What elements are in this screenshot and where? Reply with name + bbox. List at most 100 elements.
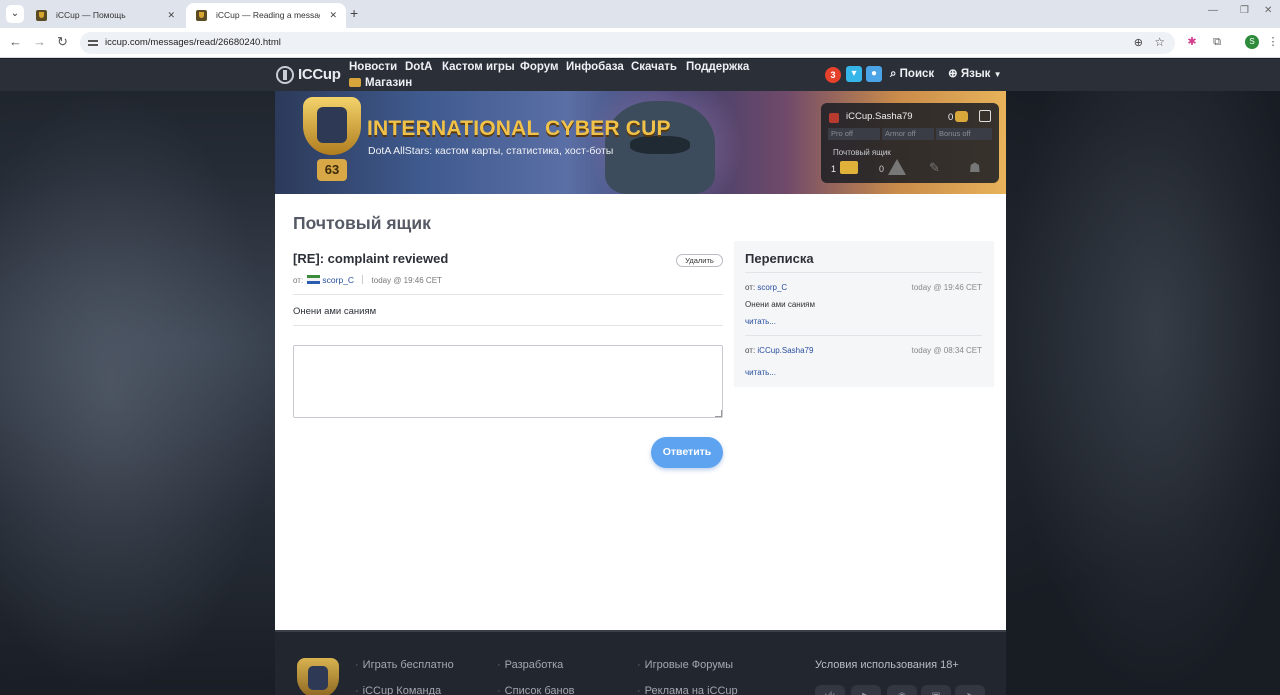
extension-icon[interactable]: ✱: [1185, 35, 1199, 49]
browser-tab-bar: ⌄ iCCup — Помощь ✕ iCCup — Reading a mes…: [0, 0, 1280, 28]
banner-artwork: [605, 101, 715, 194]
logo-text: ICCup: [298, 66, 341, 83]
delete-button[interactable]: Удалить: [676, 254, 723, 267]
shop-label: Магазин: [365, 77, 413, 89]
language-label: Язык: [960, 68, 991, 80]
bookmark-star-icon[interactable]: ☆: [1154, 35, 1165, 49]
user-avatar: [829, 113, 839, 123]
warning-icon[interactable]: [888, 159, 906, 175]
notification-badge[interactable]: 3: [825, 67, 841, 83]
conversation-item-from: от: iCCup.Sasha79: [745, 346, 813, 355]
nav-link-forum[interactable]: Форум: [520, 60, 558, 74]
twitch-icon[interactable]: ▣: [921, 685, 951, 695]
background-art-left: [0, 89, 275, 695]
language-dropdown[interactable]: ⊕ Язык ▼: [948, 67, 1002, 82]
trophy-icon: [303, 97, 361, 155]
divider: [745, 335, 982, 336]
reply-textarea[interactable]: [293, 345, 723, 418]
close-icon[interactable]: ✕: [329, 3, 337, 28]
status-bonus: Bonus off: [936, 128, 992, 140]
read-link[interactable]: читать...: [745, 317, 776, 326]
youtube-icon[interactable]: ▶: [851, 685, 881, 695]
username[interactable]: iCCup.Sasha79: [846, 111, 913, 122]
mail-icon[interactable]: [840, 161, 858, 174]
search-link[interactable]: ⌕ Поиск: [890, 67, 934, 81]
tab-search-icon[interactable]: ⌄: [6, 5, 24, 23]
nav-link-support[interactable]: Поддержка: [686, 60, 749, 74]
close-icon[interactable]: ✕: [167, 3, 175, 28]
puzzle-icon[interactable]: ⧉: [1210, 35, 1224, 49]
browser-tab-message[interactable]: iCCup — Reading a message fr ✕: [186, 3, 346, 28]
address-bar[interactable]: iccup.com/messages/read/26680240.html ⊕ …: [80, 32, 1175, 54]
mailbox-label[interactable]: Почтовый ящик: [833, 148, 891, 157]
read-link[interactable]: читать...: [745, 368, 776, 377]
divider: [362, 275, 364, 284]
reload-icon[interactable]: ↻: [57, 35, 68, 49]
menu-icon[interactable]: ⋮: [1266, 35, 1280, 49]
message-body: Онени ами саниям: [293, 306, 377, 317]
profile-avatar[interactable]: S: [1245, 35, 1259, 49]
conversation-item-from: от: scorp_C: [745, 283, 787, 292]
conversation-sidebar: Переписка от: scorp_C today @ 19:46 CET …: [734, 241, 994, 387]
reply-button[interactable]: Ответить: [651, 437, 723, 468]
site-info-icon[interactable]: [88, 37, 98, 49]
footer-link-advertising[interactable]: · Реклама на iCCup: [637, 685, 738, 695]
discord-icon[interactable]: ◉: [887, 685, 917, 695]
nav-link-dota[interactable]: DotA: [405, 60, 432, 74]
footer-link-label: Разработка: [504, 659, 564, 671]
coins-balance[interactable]: 0: [948, 111, 969, 123]
forward-icon[interactable]: →: [33, 35, 46, 49]
restore-icon[interactable]: ❐: [1240, 5, 1249, 16]
site-footer: · Играть бесплатно · iCCup Команда · Разраб…: [275, 632, 1006, 695]
vk-icon[interactable]: vk: [815, 685, 845, 695]
nav-link-download[interactable]: Скачать: [631, 60, 677, 74]
friends-icon[interactable]: ☗: [969, 160, 987, 176]
tab-title: iCCup — Помощь: [56, 10, 126, 20]
new-tab-icon[interactable]: +: [350, 6, 358, 20]
footer-link-team[interactable]: · iCCup Команда: [355, 685, 441, 695]
footer-link-label: Реклама на iCCup: [644, 685, 738, 695]
from-label: от:: [745, 346, 756, 355]
zoom-icon[interactable]: ⊕: [1134, 36, 1143, 49]
conversation-item-text: Онени ами саниям: [745, 300, 816, 309]
telegram-icon[interactable]: ➤: [955, 685, 985, 695]
nav-link-news[interactable]: Новости: [349, 60, 397, 74]
sender-link[interactable]: iCCup.Sasha79: [757, 346, 813, 355]
footer-link-play-free[interactable]: · Играть бесплатно: [355, 659, 454, 671]
profile-icon[interactable]: ●: [866, 66, 882, 82]
flag-icon: [307, 275, 321, 284]
footer-link-label: Игровые Форумы: [644, 659, 734, 671]
banner-title: INTERNATIONAL CYBER CUP: [367, 117, 671, 140]
status-armor: Armor off: [882, 128, 934, 140]
status-pro: Pro off: [828, 128, 880, 140]
nav-link-shop[interactable]: Магазин: [349, 76, 412, 90]
logout-icon[interactable]: [979, 110, 991, 122]
settings-wrench-icon[interactable]: ✎: [929, 161, 945, 175]
mail-count: 1: [831, 164, 837, 174]
footer-link-development[interactable]: · Разработка: [497, 659, 563, 671]
iccup-favicon-icon: [196, 10, 207, 21]
sender-link[interactable]: scorp_C: [322, 275, 354, 285]
back-icon[interactable]: ←: [9, 35, 22, 49]
minimize-icon[interactable]: —: [1208, 5, 1218, 16]
nav-link-infobase[interactable]: Инфобаза: [566, 60, 624, 74]
chevron-down-icon: ▼: [993, 70, 1002, 79]
globe-icon: ⊕: [948, 68, 958, 80]
messenger-icon[interactable]: ▾: [846, 66, 862, 82]
window-close-icon[interactable]: ✕: [1264, 5, 1272, 16]
nav-link-custom-games[interactable]: Кастом игры: [442, 60, 515, 74]
url-text[interactable]: iccup.com/messages/read/26680240.html: [105, 32, 281, 54]
background-art-right: [1006, 89, 1280, 695]
sender-link[interactable]: scorp_C: [757, 283, 787, 292]
footer-link-ban-list[interactable]: · Список банов: [497, 685, 575, 695]
footer-terms-link[interactable]: Условия использования 18+: [815, 659, 959, 671]
footer-link-game-forums[interactable]: · Игровые Форумы: [637, 659, 733, 671]
browser-tab-help[interactable]: iCCup — Помощь ✕: [26, 3, 184, 28]
site-top-nav: ICCup Новости DotA Кастом игры Форум Инф…: [0, 59, 1280, 91]
resize-handle-icon[interactable]: [715, 410, 722, 417]
page-title: Почтовый ящик: [293, 213, 431, 233]
sidebar-title: Переписка: [745, 251, 814, 266]
footer-trophy-icon: [297, 658, 339, 695]
footer-link-label: Список банов: [504, 685, 575, 695]
message-date: today @ 19:46 CET: [371, 276, 442, 285]
